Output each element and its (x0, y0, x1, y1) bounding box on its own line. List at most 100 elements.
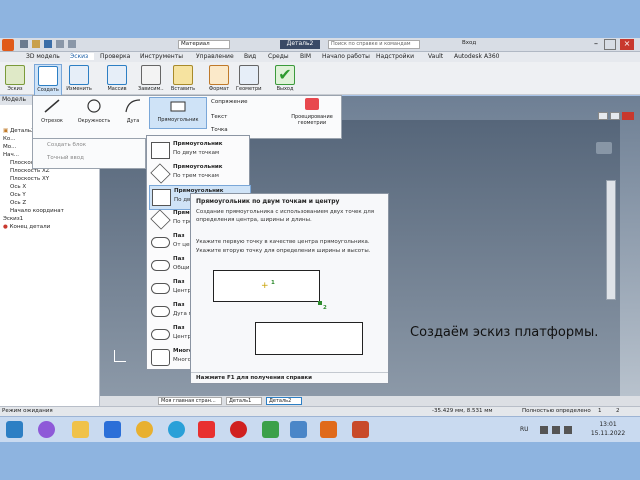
utorrent-icon[interactable] (262, 421, 279, 438)
create-panel-dropdown: Отрезок Окружность Дуга Прямоугольник Со… (32, 95, 342, 139)
part-icon: ▣ (3, 128, 9, 134)
ribbon-tabs: ЗD модель Эскиз Проверка Инструменты Упр… (0, 52, 640, 62)
arc-tool[interactable]: Дуга (121, 98, 145, 126)
end-of-part-icon: ● (3, 224, 8, 230)
new-file-icon[interactable] (20, 40, 28, 48)
tray-up-icon[interactable] (540, 426, 548, 434)
tooltip-hint-2: Укажите вторую точку для определения шир… (196, 248, 371, 254)
project-geometry-button[interactable]: Проецирование геометрии (283, 114, 341, 126)
network-icon[interactable] (552, 426, 560, 434)
tab-addins[interactable]: Надстройки (376, 53, 422, 60)
tab-vault[interactable]: Vault (428, 53, 448, 60)
status-count-1: 1 (598, 408, 602, 414)
constraint-icon (141, 65, 161, 85)
tab-part1[interactable]: Деталь1 (226, 397, 262, 405)
navigation-bar[interactable] (606, 180, 616, 300)
chrome-icon[interactable] (136, 421, 153, 438)
view-restore-button[interactable] (610, 112, 620, 120)
edge-icon[interactable] (168, 421, 185, 438)
assistant-icon[interactable] (38, 421, 55, 438)
tab-environments[interactable]: Среды (268, 53, 292, 60)
tree-item-axis-x[interactable]: Ось X (10, 184, 26, 190)
help-search-input[interactable]: Поиск по справке и командам (328, 40, 420, 49)
slot-arc-icon (151, 306, 170, 317)
view-minimize-button[interactable] (598, 112, 608, 120)
tab-tools[interactable]: Инструменты (140, 53, 186, 60)
maximize-button[interactable] (604, 39, 616, 50)
open-folder-icon[interactable] (32, 40, 40, 48)
tab-home[interactable]: Моя главная стран... (158, 397, 222, 405)
keyboard-language[interactable]: RU (520, 426, 534, 433)
menu-item-rect-two-point[interactable]: Прямоугольник По двум точкам (149, 139, 249, 162)
menu-item-rect-three-point[interactable]: Прямоугольник По трем точкам (149, 162, 249, 185)
document-tabs: Моя главная стран... Деталь1 Деталь2 (100, 396, 640, 406)
view-tab-buttons[interactable] (100, 397, 144, 405)
precise-input-button[interactable]: Точный ввод (47, 155, 127, 161)
clock-date[interactable]: 15.11.2022 (588, 430, 628, 437)
line-icon (44, 99, 60, 113)
tab-get-started[interactable]: Начало работы (322, 53, 372, 60)
fillet-button[interactable]: Сопряжение (211, 99, 271, 105)
volume-icon[interactable] (564, 426, 572, 434)
tab-sketch[interactable]: Эскиз (70, 53, 94, 60)
clock-time[interactable]: 13:01 (588, 421, 628, 428)
tab-bim[interactable]: BIM (300, 53, 318, 60)
undo-icon[interactable] (56, 40, 64, 48)
save-icon[interactable] (44, 40, 52, 48)
tab-view[interactable]: Вид (244, 53, 262, 60)
format-button[interactable]: Формат (206, 64, 232, 94)
app-logo-icon[interactable] (2, 39, 14, 51)
tree-item-axis-z[interactable]: Ось Z (10, 200, 26, 206)
windows-start-icon[interactable] (6, 421, 23, 438)
finish-sketch-button[interactable]: ✔ Выход (272, 64, 298, 94)
tree-item-2[interactable]: Мо... (3, 144, 16, 150)
start-sketch-button[interactable]: Эскиз (2, 64, 28, 94)
redo-icon[interactable] (68, 40, 76, 48)
tree-item-origin[interactable]: Нач... (3, 152, 19, 158)
tooltip-description: Создание прямоугольника с использованием… (196, 209, 375, 223)
tab-3d-model[interactable]: ЗD модель (26, 53, 64, 60)
view-window-controls (598, 112, 638, 121)
point-button[interactable]: Точка (211, 127, 251, 133)
text-button[interactable]: Текст (211, 114, 251, 120)
view-close-button[interactable] (622, 112, 634, 120)
tab-part2[interactable]: Деталь2 (266, 397, 302, 405)
material-dropdown[interactable]: Материал (178, 40, 230, 49)
line-tool[interactable]: Отрезок (39, 98, 65, 126)
tree-item-plane-xy[interactable]: Плоскость XY (10, 176, 49, 182)
tree-item-origin-point[interactable]: Начало координат (10, 208, 64, 214)
store-icon[interactable] (104, 421, 121, 438)
format-icon (209, 65, 229, 85)
minimize-button[interactable]: – (590, 39, 602, 50)
viewcube-home-icon[interactable] (596, 142, 612, 154)
constrain-button[interactable]: Зависим... (138, 64, 164, 94)
pattern-button[interactable]: Массив (104, 64, 130, 94)
tree-item-part[interactable]: ▣ Деталь2 (3, 128, 34, 134)
file-explorer-icon[interactable] (72, 421, 89, 438)
tree-item-end-of-part[interactable]: ● Конец детали (3, 224, 50, 230)
geometry-button[interactable]: Геометрия (236, 64, 262, 94)
tree-item-1[interactable]: Ко... (3, 136, 16, 142)
tree-item-axis-y[interactable]: Ось Y (10, 192, 26, 198)
app-window-icon[interactable] (290, 421, 307, 438)
insert-button[interactable]: Вставить (170, 64, 196, 94)
tree-item-sketch1[interactable]: Эскиз1 (3, 216, 23, 222)
close-button[interactable]: × (620, 39, 634, 50)
tool-tooltip: Прямоугольник по двум точкам и центру Со… (190, 193, 389, 384)
create-button[interactable]: Создать (34, 64, 62, 96)
opera-icon[interactable] (230, 421, 247, 438)
window-title: Деталь2 (280, 40, 320, 49)
circle-tool[interactable]: Окружность (77, 98, 111, 126)
rectangle-tool[interactable]: Прямоугольник (149, 97, 207, 129)
inventor-taskbar-icon[interactable] (320, 421, 337, 438)
slide-top-frame (0, 0, 640, 38)
sign-in-button[interactable]: Вход (462, 40, 492, 49)
point-label-1: 1 (271, 280, 275, 286)
tab-a360[interactable]: Autodesk A360 (454, 53, 510, 60)
modify-button[interactable]: Изменить (66, 64, 92, 94)
tab-inspect[interactable]: Проверка (100, 53, 136, 60)
powerpoint-icon[interactable] (352, 421, 369, 438)
tab-manage[interactable]: Управление (196, 53, 238, 60)
create-block-button[interactable]: Создать блок (47, 142, 127, 148)
yandex-icon[interactable] (198, 421, 215, 438)
